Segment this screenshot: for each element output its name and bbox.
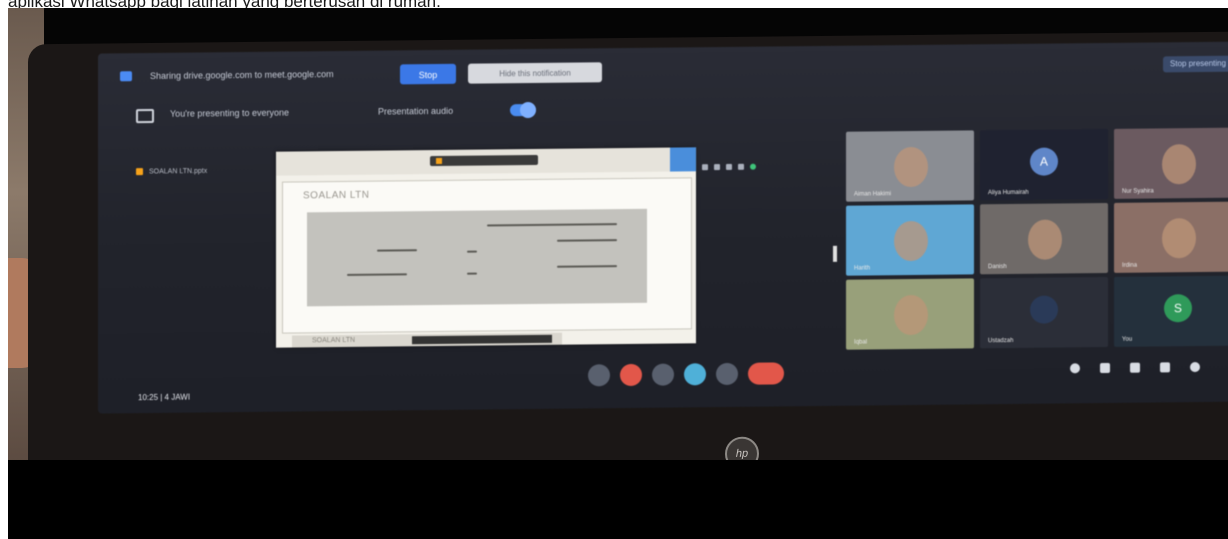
participant-video-face (1162, 144, 1196, 185)
more-options-icon[interactable] (588, 364, 610, 387)
status-icon (714, 164, 720, 171)
meeting-time-and-code: 10:25 | 4 JAWI (138, 392, 191, 403)
slide-file-chip (430, 154, 538, 167)
participant-tile[interactable]: Iqbal (846, 278, 974, 350)
participant-tile[interactable]: S You (1114, 275, 1228, 347)
presenting-bar: You're presenting to everyone Presentati… (98, 90, 1228, 130)
sharing-text: Sharing drive.google.com to meet.google.… (150, 69, 334, 82)
question-text-line (487, 223, 617, 227)
presentation-audio-toggle[interactable] (510, 103, 536, 117)
participant-name: Iqbal (854, 339, 868, 346)
participant-tile[interactable]: Aiman Hakimi (846, 130, 974, 202)
question-text-line (347, 273, 407, 276)
participant-grid: Aiman Hakimi A Aliya Humairah Nur Syahira Ha… (846, 127, 1228, 372)
participant-avatar (1030, 295, 1058, 324)
participant-name: You (1122, 336, 1133, 343)
participant-video-face (1028, 219, 1062, 260)
participant-tile[interactable]: Danish (980, 202, 1108, 275)
participant-video-face (894, 220, 928, 262)
hide-notification-button[interactable]: Hide this notification (468, 62, 602, 84)
chat-icon[interactable] (1130, 362, 1140, 373)
question-text-line (377, 249, 417, 252)
participant-name: Irdina (1122, 262, 1138, 269)
slide-title: SOALAN LTN (303, 189, 370, 202)
presented-tab-label: SOALAN LTN.pptx (136, 167, 207, 175)
question-text-line (557, 239, 617, 242)
meeting-status-icons (702, 157, 762, 176)
slide-navigation-bar[interactable] (412, 334, 552, 345)
present-now-icon[interactable] (684, 363, 706, 386)
participant-video-face (894, 294, 928, 336)
people-icon[interactable] (1100, 362, 1110, 374)
presented-slide: SOALAN LTN SOALAN LTN (276, 147, 696, 348)
active-speaker-icon (750, 163, 756, 170)
participant-video-face (894, 146, 928, 188)
participant-name: Danish (988, 264, 1007, 271)
sharing-notification-bar: Sharing drive.google.com to meet.google.… (98, 52, 1228, 92)
stop-sharing-button[interactable]: Stop (400, 63, 456, 85)
status-icon (726, 163, 732, 170)
presentation-audio-label: Presentation audio (378, 105, 454, 117)
question-text-line (467, 250, 477, 253)
participant-video-face (1162, 218, 1196, 259)
screen-share-icon (120, 71, 132, 82)
present-screen-icon (136, 108, 154, 124)
slide-toolbar (276, 147, 696, 176)
raise-hand-icon[interactable] (716, 362, 738, 386)
participant-tile[interactable]: Harith (846, 204, 974, 276)
slide-footer-text: SOALAN LTN (312, 336, 356, 345)
participant-name: Aiman Hakimi (854, 191, 892, 198)
photo-of-laptop: Sharing drive.google.com to meet.google.… (8, 8, 1228, 539)
participant-tile[interactable]: A Aliya Humairah (980, 128, 1108, 201)
status-icon (738, 163, 744, 170)
participant-avatar: S (1164, 294, 1192, 323)
stop-presenting-button[interactable]: Stop presenting (1163, 55, 1228, 73)
participant-tile[interactable]: Nur Syahira (1114, 127, 1228, 199)
participant-name: Nur Syahira (1122, 188, 1154, 195)
question-text-line (467, 272, 477, 275)
question-box (307, 208, 647, 307)
participant-name: Ustadzah (988, 337, 1014, 345)
participant-tile[interactable]: Ustadzah (980, 276, 1108, 349)
status-icon (702, 164, 708, 171)
participant-name: Aliya Humairah (988, 189, 1029, 197)
lock-icon[interactable] (1190, 362, 1200, 373)
laptop-screen: Sharing drive.google.com to meet.google.… (98, 41, 1228, 414)
activities-icon[interactable] (1160, 362, 1170, 373)
panel-divider (833, 245, 837, 262)
slides-file-icon (136, 168, 143, 176)
laptop: Sharing drive.google.com to meet.google.… (28, 31, 1228, 475)
end-call-icon[interactable] (748, 362, 784, 385)
tab-label-text: SOALAN LTN.pptx (149, 167, 208, 176)
slide-footer: SOALAN LTN (292, 332, 562, 348)
participant-avatar: A (1030, 147, 1058, 176)
presenting-text: You're presenting to everyone (170, 107, 289, 119)
participant-name: Harith (854, 265, 871, 272)
slide-content: SOALAN LTN (282, 177, 692, 334)
dark-foreground (8, 460, 1228, 539)
camera-icon[interactable] (652, 363, 674, 386)
mic-off-icon[interactable] (620, 363, 642, 387)
participant-tile[interactable]: Irdina (1114, 201, 1228, 273)
question-text-line (557, 265, 617, 268)
info-icon[interactable] (1070, 363, 1080, 374)
slide-corner-accent (670, 147, 696, 172)
